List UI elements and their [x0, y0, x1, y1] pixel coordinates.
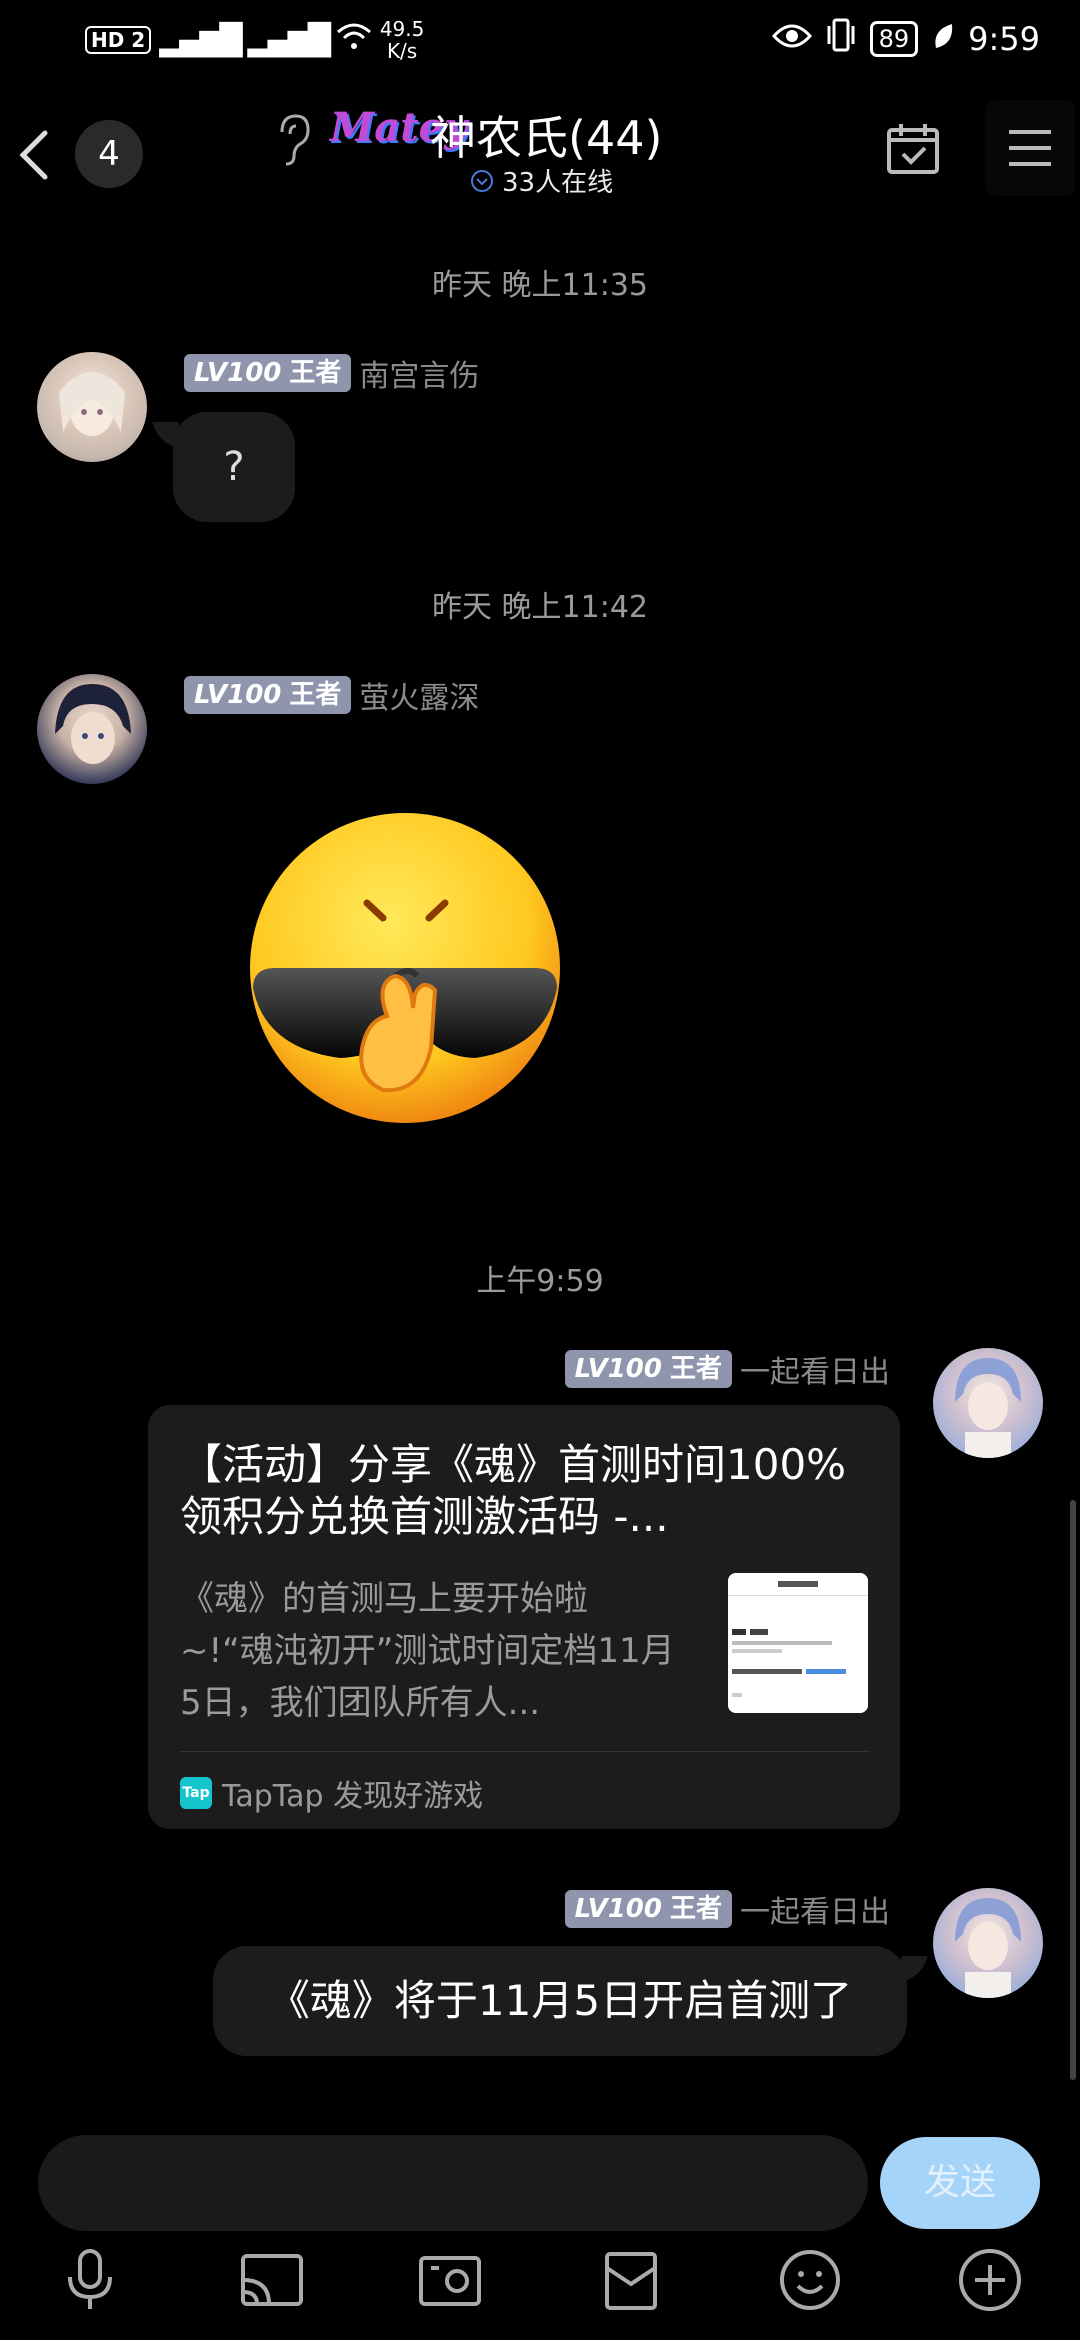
gift-button[interactable]: [596, 2245, 666, 2315]
card-source: Tap TapTap 发现好游戏: [180, 1771, 483, 1815]
sender-name[interactable]: 南宫言伤: [359, 351, 479, 395]
level-badge: LV100 王者: [564, 1350, 732, 1388]
message-input[interactable]: [38, 2135, 868, 2231]
cool-face-icon: [250, 813, 560, 1123]
send-button[interactable]: 发送: [880, 2137, 1040, 2229]
input-toolbar: [0, 2245, 1080, 2325]
avatar-image: [955, 1358, 1021, 1458]
online-count: 33人在线: [502, 168, 614, 198]
emoji-icon: [780, 2250, 840, 2310]
battery-icon: 89: [869, 21, 919, 57]
sender-name[interactable]: 一起看日出: [740, 1347, 890, 1391]
avatar-image: [955, 1898, 1021, 1998]
ear-icon[interactable]: [272, 112, 312, 168]
emoji-button[interactable]: [775, 2245, 845, 2315]
chat-header: 4 Matey 神农氏(44) 33人在线: [0, 90, 1080, 220]
hd-indicator: HD 2: [85, 26, 152, 54]
eye-icon: [771, 20, 812, 58]
avatar[interactable]: [933, 1348, 1043, 1458]
share-link-card[interactable]: 【活动】分享《魂》首测时间100%领积分兑换首测激活码 -... 《魂》的首测马…: [148, 1405, 900, 1829]
avatar[interactable]: [37, 352, 147, 462]
avatar[interactable]: [933, 1888, 1043, 1998]
level-badge: LV100 王者: [184, 676, 352, 714]
taptap-logo-icon: Tap: [180, 1777, 212, 1809]
group-title[interactable]: 神农氏(44): [430, 102, 662, 168]
status-bar: HD 2 ▂▄▆█ ▂▄▆█ 49.5 K/s 89 9:59: [0, 0, 1080, 80]
sender-info: LV100 王者 一起看日出: [564, 1887, 890, 1931]
timestamp: 上午9:59: [476, 1264, 604, 1299]
more-button[interactable]: [955, 2245, 1025, 2315]
hamburger-menu-icon: [1009, 130, 1051, 166]
calendar-check-icon: [887, 124, 939, 174]
network-speed: 49.5 K/s: [379, 17, 425, 63]
sunglasses-emoji-sticker[interactable]: [245, 808, 575, 1138]
timestamp: 昨天 晚上11:42: [432, 590, 648, 625]
vibrate-icon: [826, 18, 856, 60]
avatar-image: [59, 372, 125, 436]
sender-name[interactable]: 萤火露深: [359, 673, 479, 717]
unread-count-badge[interactable]: 4: [75, 120, 143, 188]
plus-icon: [959, 2249, 1021, 2311]
cast-icon: [241, 2254, 303, 2306]
avatar[interactable]: [37, 674, 147, 784]
signal-icon: ▂▄▆█: [159, 22, 242, 58]
card-title: 【活动】分享《魂》首测时间100%领积分兑换首测激活码 -...: [180, 1440, 847, 1541]
sender-name[interactable]: 一起看日出: [740, 1887, 890, 1931]
divider: [180, 1751, 870, 1752]
message-bubble[interactable]: ?: [173, 412, 295, 522]
card-description: 《魂》的首测马上要开始啦~!“魂沌初开”测试时间定档11月5日，我们团队所有人.…: [180, 1579, 675, 1723]
sender-info: LV100 王者 南宫言伤: [184, 351, 479, 395]
message-bubble[interactable]: 《魂》将于11月5日开启首测了: [213, 1946, 907, 2056]
level-badge: LV100 王者: [564, 1890, 732, 1928]
chevron-left-icon: [19, 130, 48, 180]
menu-button[interactable]: [985, 100, 1075, 196]
calendar-button[interactable]: [885, 120, 941, 176]
back-button[interactable]: [15, 125, 55, 185]
level-badge: LV100 王者: [184, 354, 352, 392]
chevron-circle-icon: [471, 169, 493, 192]
clock-time: 9:59: [968, 20, 1040, 58]
screen-share-button[interactable]: [237, 2245, 307, 2315]
article-thumbnail-image: [728, 1573, 868, 1713]
gift-box-icon: [605, 2252, 657, 2310]
wifi-icon: [336, 22, 372, 59]
timestamp: 昨天 晚上11:35: [432, 268, 648, 303]
online-status: 33人在线: [470, 162, 613, 199]
avatar-image: [55, 684, 131, 764]
photo-icon: [419, 2256, 481, 2306]
microphone-icon: [68, 2249, 112, 2309]
voice-button[interactable]: [55, 2245, 125, 2315]
leaf-icon: [932, 20, 954, 58]
sender-info: LV100 王者 萤火露深: [184, 673, 479, 717]
sender-info: LV100 王者 一起看日出: [564, 1347, 890, 1391]
photo-button[interactable]: [415, 2245, 485, 2315]
signal-icon-2: ▂▄▆█: [247, 22, 331, 58]
scrollbar[interactable]: [1070, 1500, 1076, 2080]
card-thumbnail: [728, 1573, 868, 1713]
